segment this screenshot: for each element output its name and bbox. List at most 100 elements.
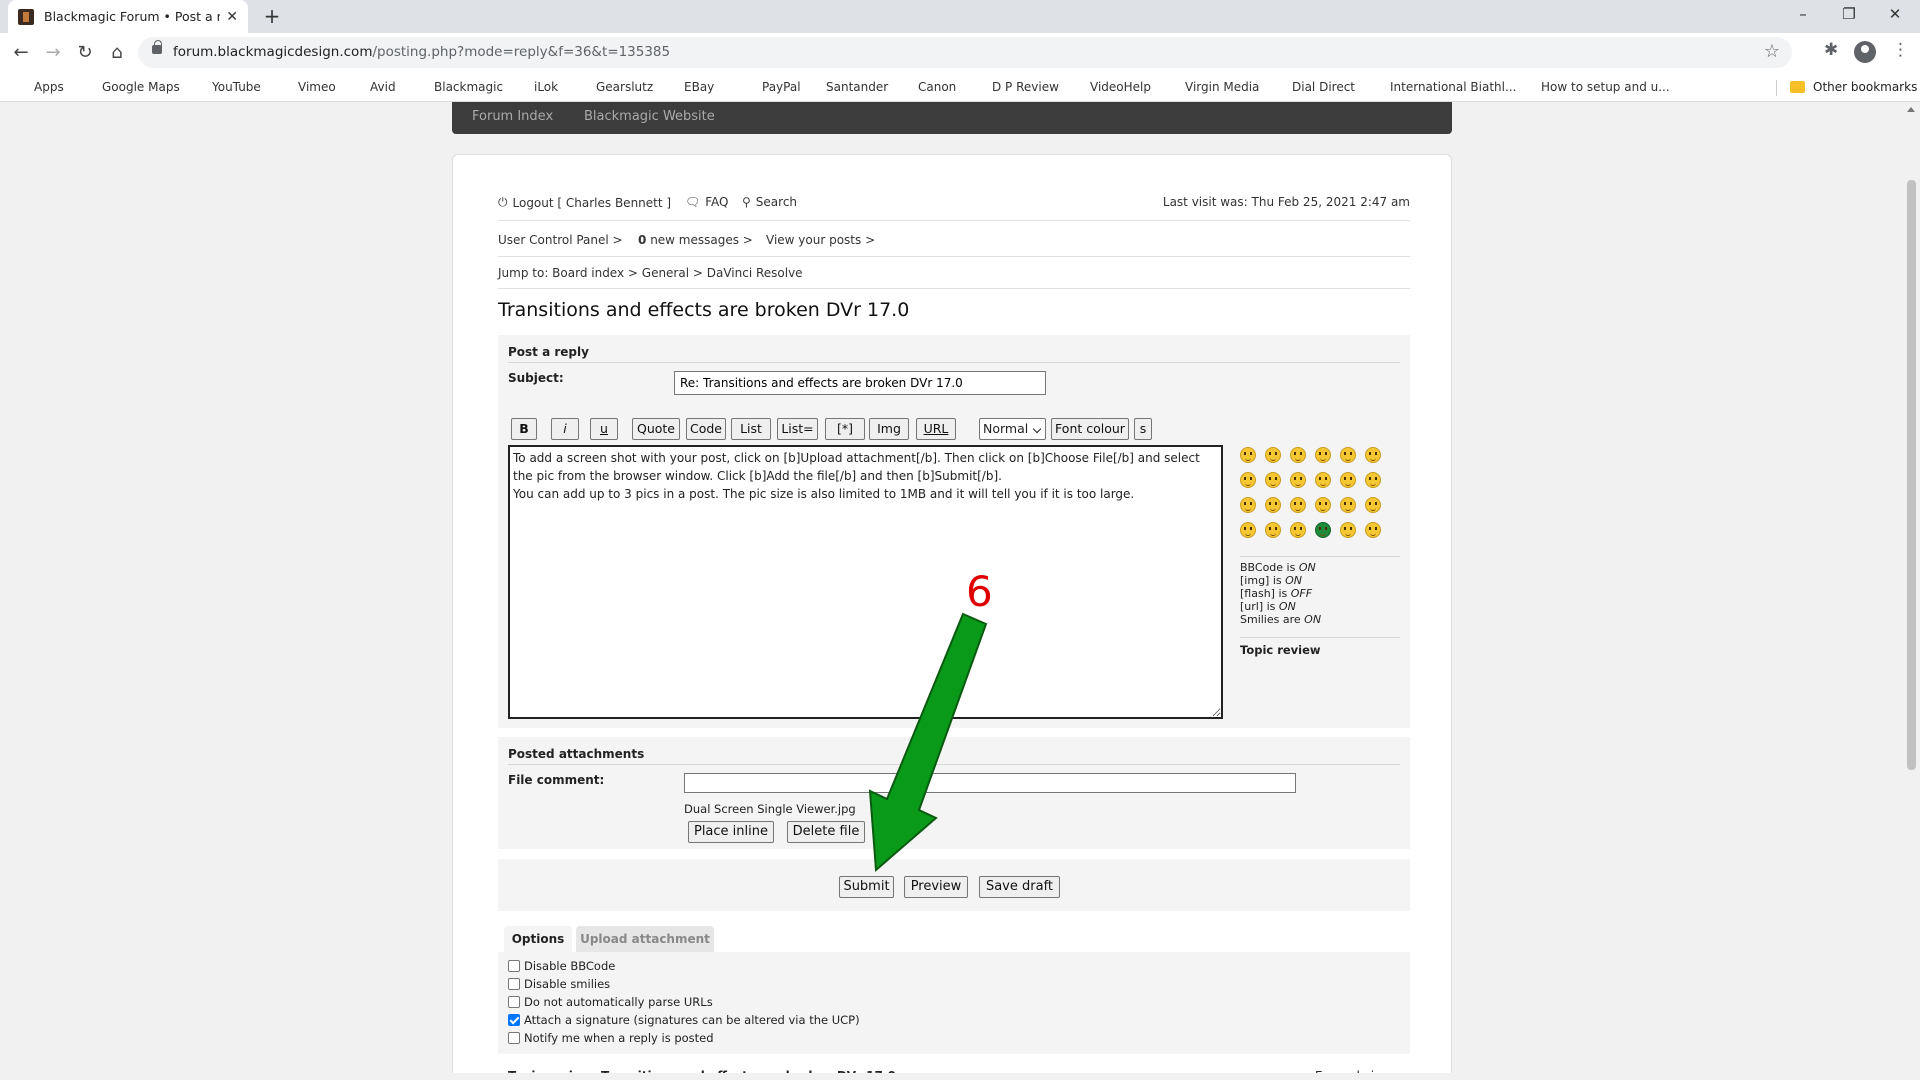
tab-upload-attachment[interactable]: Upload attachment bbox=[576, 926, 714, 952]
bookmark-item[interactable]: Google Maps bbox=[82, 72, 180, 102]
vertical-scrollbar[interactable] bbox=[1903, 102, 1920, 1080]
smiley-icon[interactable] bbox=[1265, 472, 1281, 488]
bookmark-item[interactable]: Apps bbox=[14, 72, 64, 102]
smiley-icon[interactable] bbox=[1340, 497, 1356, 513]
back-icon[interactable]: ← bbox=[8, 40, 34, 66]
option-row[interactable]: Disable smilies bbox=[508, 976, 610, 992]
smiley-icon[interactable] bbox=[1265, 497, 1281, 513]
bookmark-item[interactable]: iLok bbox=[514, 72, 558, 102]
restore-icon[interactable]: ❐ bbox=[1826, 0, 1872, 30]
bbcode-button[interactable]: Code bbox=[686, 418, 726, 440]
smiley-icon[interactable] bbox=[1290, 497, 1306, 513]
bbcode-button[interactable]: URL bbox=[916, 418, 956, 440]
extensions-icon[interactable]: ✱ bbox=[1824, 40, 1838, 60]
attachment-filename[interactable]: Dual Screen Single Viewer.jpg bbox=[684, 802, 856, 816]
forum-index-link[interactable]: Forum Index bbox=[472, 109, 553, 124]
bbcode-button[interactable]: Quote bbox=[632, 418, 680, 440]
blackmagic-website-link[interactable]: Blackmagic Website bbox=[584, 109, 715, 124]
bookmark-item[interactable]: EBay bbox=[664, 72, 714, 102]
new-tab-icon[interactable]: + bbox=[260, 5, 284, 29]
minimize-icon[interactable]: – bbox=[1780, 0, 1826, 30]
search-link[interactable]: ⚲ Search bbox=[742, 195, 797, 209]
smiley-icon[interactable] bbox=[1290, 447, 1306, 463]
s-button[interactable]: s bbox=[1134, 418, 1152, 440]
address-bar[interactable]: forum.blackmagicdesign.com/posting.php?m… bbox=[138, 37, 1792, 68]
save-draft-button[interactable]: Save draft bbox=[979, 876, 1060, 898]
option-row[interactable]: Attach a signature (signatures can be al… bbox=[508, 1012, 860, 1028]
option-row[interactable]: Disable BBCode bbox=[508, 958, 615, 974]
bookmark-item[interactable]: Gearslutz bbox=[576, 72, 653, 102]
message-textarea[interactable]: To add a screen shot with your post, cli… bbox=[508, 445, 1223, 719]
option-checkbox[interactable] bbox=[508, 1032, 520, 1044]
bbcode-button[interactable]: B bbox=[511, 418, 537, 440]
smiley-icon[interactable] bbox=[1315, 522, 1331, 538]
other-bookmarks[interactable]: Other bookmarks bbox=[1790, 72, 1917, 102]
new-messages-link[interactable]: 0 new messages > bbox=[638, 233, 753, 247]
bbcode-button[interactable]: i bbox=[551, 418, 579, 440]
forward-icon[interactable]: → bbox=[40, 40, 66, 66]
option-row[interactable]: Notify me when a reply is posted bbox=[508, 1030, 714, 1046]
bookmark-item[interactable]: PayPal bbox=[742, 72, 801, 102]
bookmark-item[interactable]: VideoHelp bbox=[1070, 72, 1151, 102]
smiley-icon[interactable] bbox=[1365, 472, 1381, 488]
smiley-icon[interactable] bbox=[1365, 522, 1381, 538]
bookmark-item[interactable]: Santander bbox=[806, 72, 888, 102]
bbcode-button[interactable]: List= bbox=[777, 418, 818, 440]
smiley-icon[interactable] bbox=[1265, 522, 1281, 538]
option-checkbox[interactable] bbox=[508, 978, 520, 990]
smiley-icon[interactable] bbox=[1265, 447, 1281, 463]
option-checkbox[interactable] bbox=[508, 960, 520, 972]
breadcrumb-text[interactable]: Jump to: Board index > General > DaVinci… bbox=[498, 266, 803, 280]
tab-options[interactable]: Options bbox=[504, 926, 572, 952]
view-posts-link[interactable]: View your posts > bbox=[766, 233, 875, 247]
smiley-icon[interactable] bbox=[1240, 447, 1256, 463]
profile-avatar-icon[interactable] bbox=[1854, 41, 1876, 63]
file-comment-textarea[interactable] bbox=[684, 773, 1296, 793]
browser-tab[interactable]: Blackmagic Forum • Post a reply ✕ bbox=[8, 0, 248, 33]
logout-link[interactable]: ⏻ Logout [ Charles Bennett ] bbox=[498, 195, 671, 210]
reload-icon[interactable]: ↻ bbox=[72, 40, 98, 66]
horizontal-scrollbar[interactable] bbox=[0, 1073, 1903, 1080]
bbcode-button[interactable]: Img bbox=[869, 418, 909, 440]
bbcode-button[interactable]: u bbox=[590, 418, 618, 440]
subject-input[interactable] bbox=[674, 371, 1046, 395]
page-title[interactable]: Transitions and effects are broken DVr 1… bbox=[498, 299, 909, 321]
smiley-icon[interactable] bbox=[1365, 447, 1381, 463]
bookmark-item[interactable]: D P Review bbox=[972, 72, 1059, 102]
smiley-icon[interactable] bbox=[1240, 472, 1256, 488]
smiley-icon[interactable] bbox=[1340, 472, 1356, 488]
scroll-up-icon[interactable] bbox=[1907, 107, 1915, 112]
smiley-icon[interactable] bbox=[1340, 522, 1356, 538]
bookmark-star-icon[interactable]: ☆ bbox=[1764, 41, 1780, 62]
bookmark-item[interactable]: International Biathl... bbox=[1370, 72, 1516, 102]
bbcode-button[interactable]: [*] bbox=[825, 418, 865, 440]
bookmark-item[interactable]: Virgin Media bbox=[1165, 72, 1259, 102]
smiley-icon[interactable] bbox=[1290, 472, 1306, 488]
faq-link[interactable]: 🗨 FAQ bbox=[685, 195, 728, 209]
font-size-select[interactable]: Normal bbox=[979, 418, 1046, 440]
preview-button[interactable]: Preview bbox=[904, 876, 968, 898]
option-checkbox[interactable] bbox=[508, 996, 520, 1008]
ucp-link[interactable]: User Control Panel > bbox=[498, 233, 623, 247]
smiley-icon[interactable] bbox=[1315, 472, 1331, 488]
bookmark-item[interactable]: How to setup and u... bbox=[1521, 72, 1670, 102]
close-tab-icon[interactable]: ✕ bbox=[226, 9, 238, 25]
bookmark-item[interactable]: Dial Direct bbox=[1272, 72, 1355, 102]
delete-file-button[interactable]: Delete file bbox=[787, 821, 865, 843]
close-window-icon[interactable]: ✕ bbox=[1872, 0, 1918, 30]
bookmark-item[interactable]: Vimeo bbox=[278, 72, 336, 102]
menu-dots-icon[interactable]: ⋮ bbox=[1892, 40, 1909, 60]
smiley-icon[interactable] bbox=[1290, 522, 1306, 538]
bookmark-item[interactable]: YouTube bbox=[192, 72, 261, 102]
bookmark-item[interactable]: Canon bbox=[898, 72, 956, 102]
smiley-icon[interactable] bbox=[1315, 447, 1331, 463]
home-icon[interactable]: ⌂ bbox=[104, 40, 130, 66]
option-row[interactable]: Do not automatically parse URLs bbox=[508, 994, 713, 1010]
smiley-icon[interactable] bbox=[1340, 447, 1356, 463]
smiley-icon[interactable] bbox=[1315, 497, 1331, 513]
smiley-icon[interactable] bbox=[1240, 522, 1256, 538]
bookmark-item[interactable]: Avid bbox=[350, 72, 396, 102]
scrollbar-thumb[interactable] bbox=[1907, 180, 1916, 770]
font-colour-button[interactable]: Font colour bbox=[1051, 418, 1129, 440]
smiley-icon[interactable] bbox=[1240, 497, 1256, 513]
